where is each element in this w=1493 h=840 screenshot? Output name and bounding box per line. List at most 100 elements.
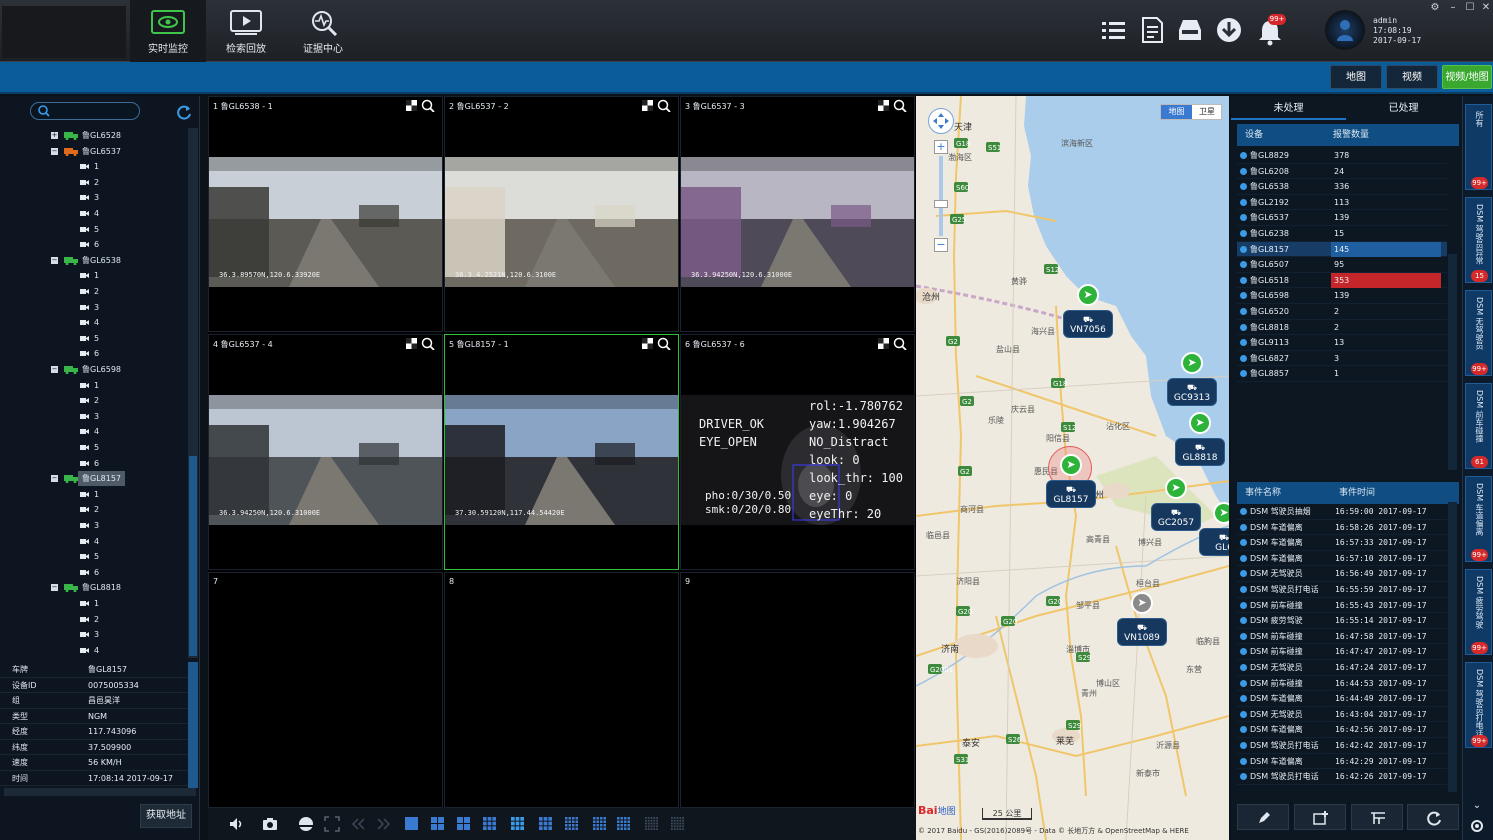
- inbox-icon[interactable]: [1176, 16, 1204, 44]
- grid-layout-icon[interactable]: [616, 816, 632, 832]
- vehicle-marker[interactable]: ➤ ⛟GL6: [1196, 502, 1229, 560]
- event-row[interactable]: DSM 车道偏离 16:42:29 2017-09-17: [1237, 754, 1447, 770]
- snapshot-zoom-icon[interactable]: [878, 337, 908, 350]
- next-page-icon[interactable]: [376, 816, 392, 832]
- add-alarm-button[interactable]: [1294, 804, 1346, 830]
- tree-camera-node[interactable]: 4: [0, 643, 188, 658]
- tree-scroll-thumb[interactable]: [189, 456, 197, 656]
- alarm-row[interactable]: 鲁GL8157 145: [1237, 241, 1447, 258]
- settings-icon[interactable]: [1469, 818, 1485, 834]
- event-scrollbar[interactable]: [1448, 502, 1457, 792]
- tree-vehicle-node[interactable]: + 鲁GL6528: [0, 128, 188, 143]
- map-type-toggle[interactable]: 地图 卫星: [1160, 104, 1222, 120]
- tree-camera-node[interactable]: 2: [0, 284, 188, 299]
- strip-tab[interactable]: DSM 车道偏离 99+: [1465, 476, 1492, 562]
- tree-vehicle-node[interactable]: − 鲁GL6598: [0, 362, 188, 377]
- collapse-icon[interactable]: ⌄: [1470, 800, 1484, 812]
- alarm-row[interactable]: 鲁GL8857 1: [1237, 366, 1447, 382]
- alarm-row[interactable]: 鲁GL6537 139: [1237, 210, 1447, 226]
- map-pan-control[interactable]: [928, 108, 954, 134]
- horizontal-scrollbar[interactable]: [4, 788, 196, 796]
- strip-tab[interactable]: DSM 无驾驶员 99+: [1465, 290, 1492, 376]
- tree-camera-node[interactable]: 1: [0, 596, 188, 611]
- search-icon[interactable]: [38, 105, 50, 117]
- tree-vehicle-node[interactable]: − 鲁GL8157: [0, 471, 188, 487]
- tab-processed[interactable]: 已处理: [1346, 98, 1461, 120]
- tree-camera-node[interactable]: 3: [0, 190, 188, 205]
- expand-toggle-icon[interactable]: −: [51, 475, 58, 483]
- vehicle-marker[interactable]: ➤ ⛟ VN7056: [1060, 284, 1116, 342]
- tree-camera-node[interactable]: 5: [0, 222, 188, 237]
- snapshot-zoom-icon[interactable]: [878, 99, 908, 112]
- expand-toggle-icon[interactable]: −: [51, 584, 58, 592]
- event-row[interactable]: DSM 驾驶员抽烟 16:59:00 2017-09-17: [1237, 504, 1447, 520]
- video-cell[interactable]: 6 鲁GL6537 - 6 DRIVER_OK EYE_OPEN rol:-1.780…: [680, 334, 915, 570]
- tree-camera-node[interactable]: 4: [0, 424, 188, 439]
- tree-camera-node[interactable]: 6: [0, 456, 188, 471]
- close-icon[interactable]: ✕: [1479, 2, 1493, 14]
- tree-camera-node[interactable]: 2: [0, 612, 188, 627]
- tree-camera-node[interactable]: 4: [0, 315, 188, 330]
- get-address-button[interactable]: 获取地址: [140, 804, 192, 828]
- tree-camera-node[interactable]: 5: [0, 331, 188, 346]
- list-icon[interactable]: [1100, 16, 1128, 44]
- event-row[interactable]: DSM 前车碰撞 16:47:47 2017-09-17: [1237, 644, 1447, 660]
- snapshot-zoom-icon[interactable]: [406, 337, 436, 350]
- video-cell[interactable]: 8: [444, 572, 679, 808]
- alarm-row[interactable]: 鲁GL6598 139: [1237, 288, 1447, 304]
- snapshot-zoom-icon[interactable]: [642, 337, 672, 350]
- tree-camera-node[interactable]: 2: [0, 175, 188, 190]
- tree-camera-node[interactable]: 3: [0, 518, 188, 533]
- vehicle-marker[interactable]: ➤ ⛟ GL8818: [1172, 412, 1228, 470]
- alarm-scrollbar[interactable]: [1448, 254, 1457, 470]
- alarm-row[interactable]: 鲁GL6208 24: [1237, 164, 1447, 180]
- video-frame[interactable]: 36.3.94250N,120.6.31000E: [209, 395, 442, 525]
- video-cell[interactable]: 3 鲁GL6537 - 3 36.3.94250N,120.6.31000E: [680, 96, 915, 332]
- tree-camera-node[interactable]: 5: [0, 549, 188, 564]
- alarm-row[interactable]: 鲁GL6827 3: [1237, 351, 1447, 367]
- snapshot-zoom-icon[interactable]: [406, 99, 436, 112]
- tree-camera-node[interactable]: 3: [0, 409, 188, 424]
- zoom-slider[interactable]: [939, 156, 943, 236]
- alarm-row[interactable]: 鲁GL6507 95: [1237, 257, 1447, 273]
- volume-icon[interactable]: [228, 816, 244, 832]
- tree-camera-node[interactable]: 6: [0, 237, 188, 252]
- event-row[interactable]: DSM 无驾驶员 16:47:24 2017-09-17: [1237, 660, 1447, 676]
- settings-icon[interactable]: ⚙: [1428, 2, 1442, 14]
- grid-layout-icon[interactable]: [592, 816, 608, 832]
- video-frame[interactable]: 37.30.59120N,117.44.54420E: [445, 395, 678, 525]
- tree-camera-node[interactable]: 4: [0, 206, 188, 221]
- tree-camera-node[interactable]: 4: [0, 534, 188, 549]
- video-frame[interactable]: 36.3.89570N,120.6.33920E: [209, 157, 442, 287]
- event-row[interactable]: DSM 驾驶员打电话 16:42:26 2017-09-17: [1237, 769, 1447, 785]
- video-frame[interactable]: DRIVER_OK EYE_OPEN rol:-1.780762 yaw:1.9042…: [681, 395, 914, 525]
- alarm-row[interactable]: 鲁GL6518 353: [1237, 272, 1447, 289]
- video-cell[interactable]: 5 鲁GL8157 - 1 37.30.59120N,117.44.54420E: [444, 334, 679, 570]
- alarm-row[interactable]: 鲁GL2192 113: [1237, 195, 1447, 211]
- event-row[interactable]: DSM 车道偏离 16:42:56 2017-09-17: [1237, 722, 1447, 738]
- tree-vehicle-node[interactable]: − 鲁GL8818: [0, 580, 188, 595]
- tree-camera-node[interactable]: 2: [0, 502, 188, 517]
- download-icon[interactable]: [1215, 16, 1243, 44]
- tree-vehicle-node[interactable]: − 鲁GL6538: [0, 253, 188, 268]
- map-type-map-button[interactable]: 地图: [1161, 105, 1192, 119]
- minimize-icon[interactable]: –: [1446, 2, 1460, 14]
- event-row[interactable]: DSM 驾驶员打电话 16:55:59 2017-09-17: [1237, 582, 1447, 598]
- tree-camera-node[interactable]: 1: [0, 487, 188, 502]
- video-cell[interactable]: 7: [208, 572, 443, 808]
- document-icon[interactable]: [1138, 16, 1166, 44]
- grid-layout-icon[interactable]: [404, 816, 420, 832]
- zoom-out-button[interactable]: −: [934, 238, 948, 252]
- strip-tab[interactable]: 所有 99+: [1465, 104, 1492, 190]
- video-map-view-button[interactable]: 视频/地图: [1442, 65, 1492, 89]
- strip-tab[interactable]: DSM 驾驶员打电话 99+: [1465, 662, 1492, 748]
- video-frame[interactable]: 36.3.94250N,120.6.31000E: [681, 157, 914, 287]
- event-row[interactable]: DSM 车道偏离 16:58:26 2017-09-17: [1237, 520, 1447, 536]
- avatar[interactable]: [1325, 10, 1365, 50]
- snapshot-zoom-icon[interactable]: [642, 99, 672, 112]
- event-row[interactable]: DSM 前车碰撞 16:55:43 2017-09-17: [1237, 598, 1447, 614]
- prev-page-icon[interactable]: [350, 816, 366, 832]
- video-cell[interactable]: 4 鲁GL6537 - 4 36.3.94250N,120.6.31000E: [208, 334, 443, 570]
- tree-camera-node[interactable]: 1: [0, 159, 188, 174]
- event-row[interactable]: DSM 车道偏离 16:57:10 2017-09-17: [1237, 551, 1447, 567]
